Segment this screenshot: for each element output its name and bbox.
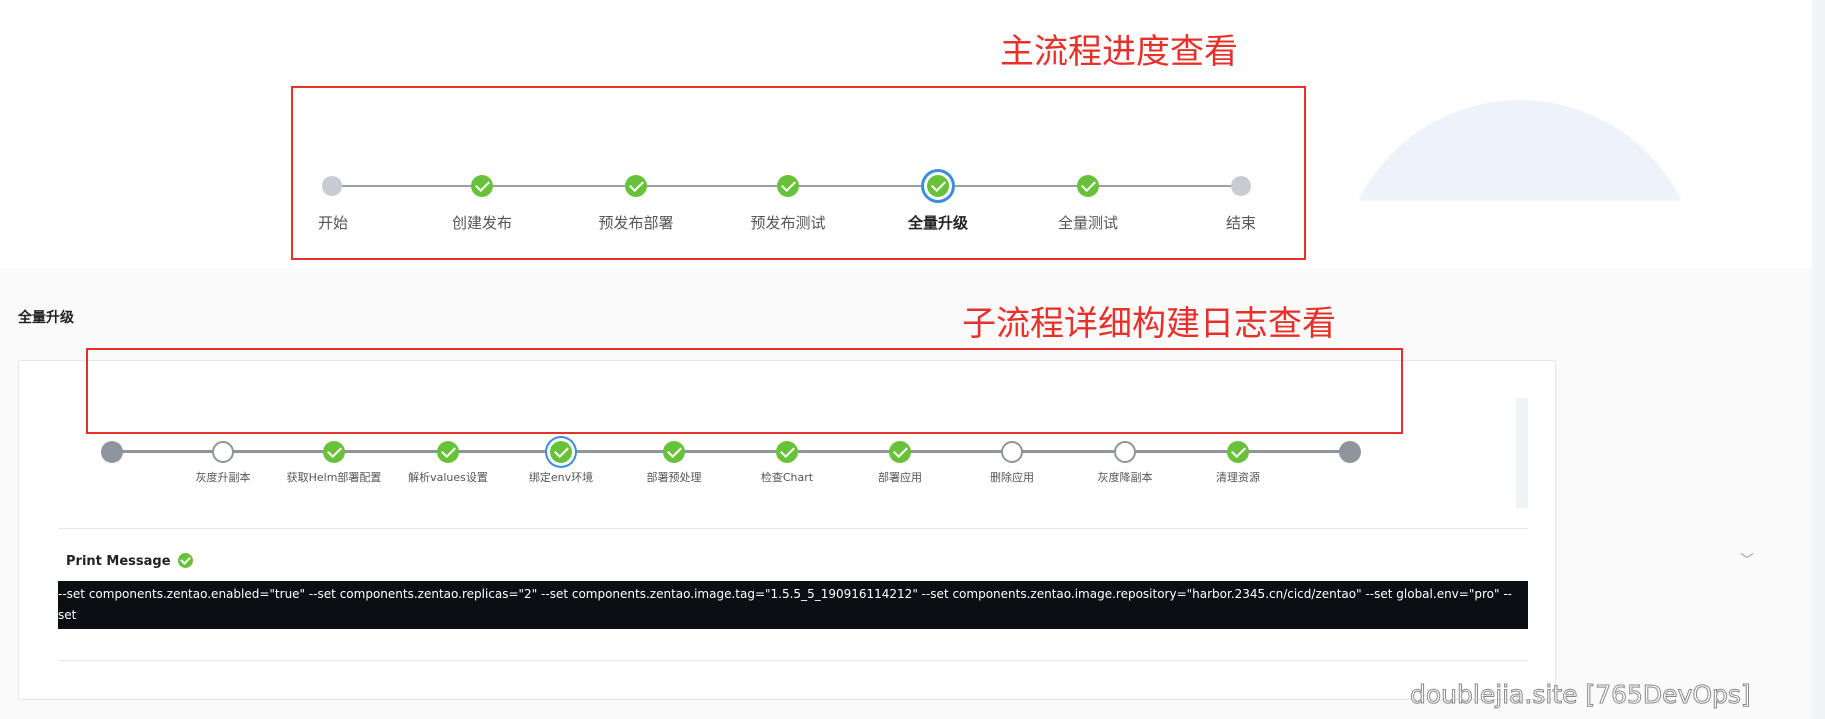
- log-console: --set components.zentao.enabled="true" -…: [58, 581, 1528, 643]
- check-icon: [628, 177, 644, 193]
- sub-step-node[interactable]: [212, 441, 234, 463]
- check-icon: [779, 443, 795, 459]
- sub-step-node[interactable]: [437, 441, 459, 463]
- main-step-node-pre-deploy[interactable]: [625, 175, 647, 197]
- check-icon: [474, 177, 490, 193]
- check-icon: [326, 443, 342, 459]
- check-icon: [892, 443, 908, 459]
- sub-step-node[interactable]: [663, 441, 685, 463]
- sub-step-node[interactable]: [776, 441, 798, 463]
- watermark: doublejia.site [765DevOps]: [1410, 680, 1752, 710]
- check-icon: [180, 553, 191, 565]
- check-icon: [666, 443, 682, 459]
- main-step-node-pre-test[interactable]: [777, 175, 799, 197]
- sub-step-node[interactable]: [323, 441, 345, 463]
- sub-step-start-node: [101, 441, 123, 463]
- sub-step-end-node: [1339, 441, 1361, 463]
- main-step-label[interactable]: 预发布测试: [708, 212, 868, 233]
- sub-flow-highlight-box: [86, 348, 1403, 434]
- section-title: 全量升级: [18, 310, 74, 326]
- main-step-label[interactable]: 创建发布: [402, 212, 562, 233]
- sub-step-node[interactable]: [1001, 441, 1023, 463]
- sub-stepper-scrollbar[interactable]: [1516, 398, 1528, 508]
- divider: [58, 528, 1528, 529]
- main-step-label[interactable]: 结束: [1161, 212, 1321, 233]
- sub-flow-annotation: 子流程详细构建日志查看: [962, 304, 1336, 344]
- chevron-down-icon[interactable]: ﹀: [1740, 550, 1754, 570]
- main-step-node-start[interactable]: [322, 176, 342, 196]
- main-step-label[interactable]: 开始: [253, 212, 413, 233]
- main-step-node-end[interactable]: [1231, 176, 1251, 196]
- main-flow-highlight-box: [291, 86, 1306, 260]
- log-line: global.instance="main" --set global.clus…: [58, 629, 404, 643]
- check-icon: [1230, 443, 1246, 459]
- window-scrollbar[interactable]: [1812, 0, 1825, 719]
- main-step-node-full-test[interactable]: [1077, 175, 1099, 197]
- main-step-label-active[interactable]: 全量升级: [858, 212, 1018, 233]
- sub-stepper-track: [113, 450, 1349, 453]
- sub-step-node[interactable]: [1114, 441, 1136, 463]
- check-icon: [440, 443, 456, 459]
- check-icon: [930, 177, 946, 193]
- check-icon: [553, 443, 569, 459]
- sub-step-node-active[interactable]: [550, 441, 572, 463]
- main-step-node-full-upgrade[interactable]: [927, 175, 949, 197]
- sub-step-node[interactable]: [1227, 441, 1249, 463]
- main-flow-annotation: 主流程进度查看: [1000, 32, 1238, 72]
- log-line: --set components.zentao.enabled="true" -…: [58, 587, 1512, 622]
- success-check-icon: [178, 553, 193, 568]
- main-step-label[interactable]: 预发布部署: [556, 212, 716, 233]
- main-step-label[interactable]: 全量测试: [1008, 212, 1168, 233]
- divider: [58, 660, 1528, 661]
- sub-step-node[interactable]: [889, 441, 911, 463]
- check-icon: [1080, 177, 1096, 193]
- print-message-title[interactable]: Print Message: [66, 554, 171, 569]
- check-icon: [780, 177, 796, 193]
- main-step-node-create-release[interactable]: [471, 175, 493, 197]
- sub-step-label[interactable]: 清理资源: [1168, 469, 1308, 485]
